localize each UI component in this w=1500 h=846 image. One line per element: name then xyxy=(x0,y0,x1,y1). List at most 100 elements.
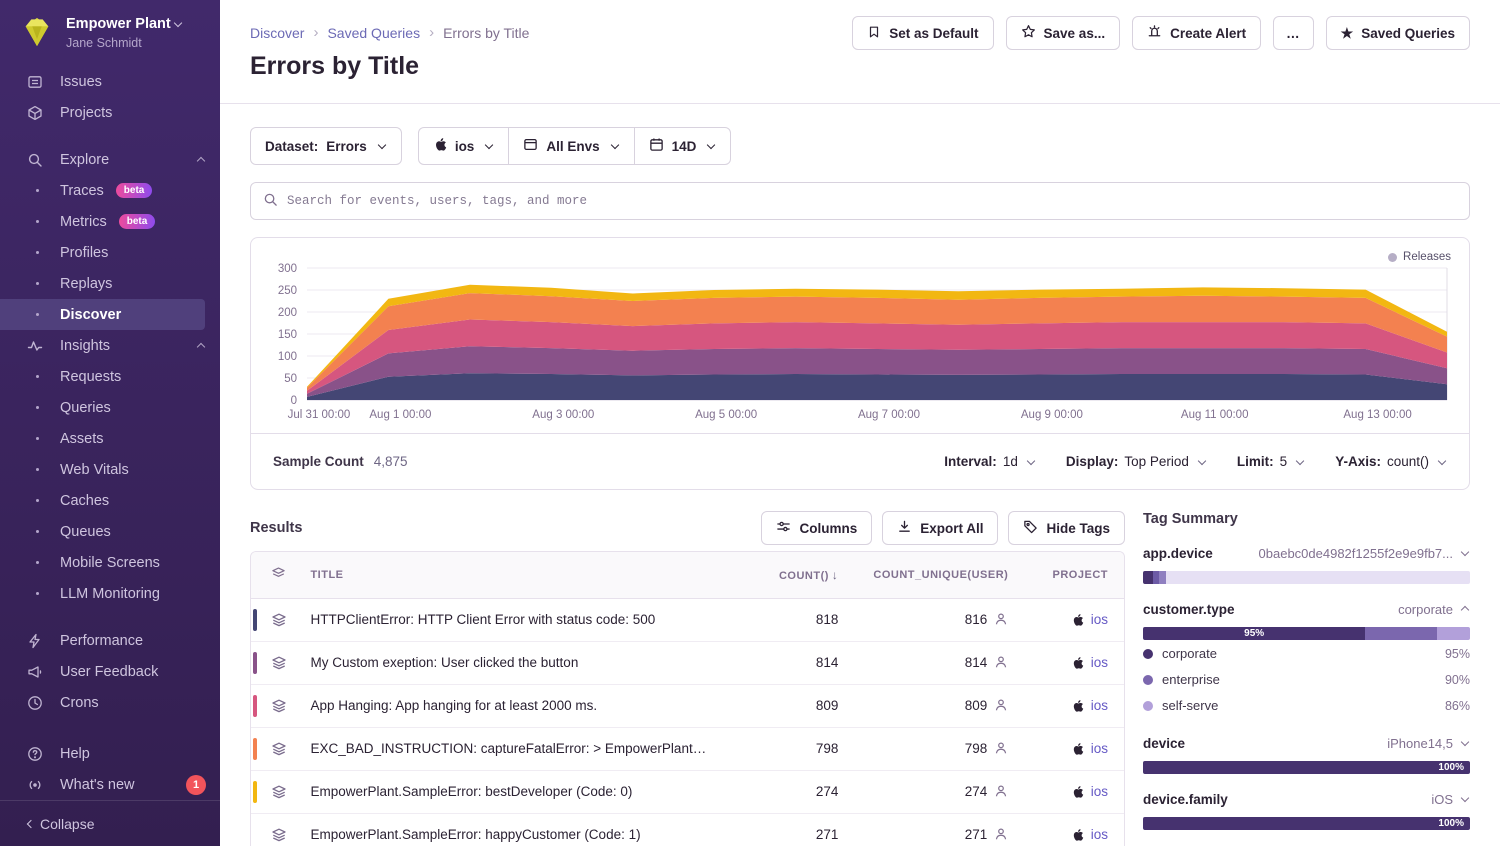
sidebar-item-replays[interactable]: Replays xyxy=(0,268,220,299)
table-row[interactable]: App Hanging: App hanging for at least 20… xyxy=(251,684,1124,727)
more-options-button[interactable]: … xyxy=(1273,16,1314,50)
count-value: 274 xyxy=(725,770,854,813)
event-search-bar[interactable] xyxy=(250,182,1470,220)
project-link[interactable]: ios xyxy=(1091,698,1108,713)
interval-dropdown[interactable]: Interval: 1d xyxy=(944,454,1036,469)
tag-distribution-bar[interactable]: 100% xyxy=(1143,817,1470,830)
svg-text:0: 0 xyxy=(291,395,297,407)
sidebar-item-traces[interactable]: Traces beta xyxy=(0,175,220,206)
error-title[interactable]: HTTPClientError: HTTP Client Error with … xyxy=(306,598,725,641)
tag-distribution-bar[interactable]: 100% xyxy=(1143,761,1470,774)
column-header-count-unique[interactable]: COUNT_UNIQUE(USER) xyxy=(854,552,1024,598)
sidebar-collapse-button[interactable]: Collapse xyxy=(0,800,220,846)
sidebar-item-queries[interactable]: Queries xyxy=(0,392,220,423)
tag-top-value: corporate xyxy=(1398,602,1453,617)
sidebar-item-issues[interactable]: Issues xyxy=(0,66,220,97)
table-row[interactable]: EmpowerPlant.SampleError: bestDeveloper … xyxy=(251,770,1124,813)
tag-header[interactable]: deviceiPhone14,5 xyxy=(1143,733,1470,753)
column-header-project[interactable]: PROJECT xyxy=(1024,552,1124,598)
breadcrumb-saved-queries[interactable]: Saved Queries xyxy=(327,25,420,41)
tag-distribution-bar[interactable]: 95% xyxy=(1143,627,1470,640)
sidebar-item-discover[interactable]: Discover xyxy=(0,299,205,330)
sort-descending-icon: ↓ xyxy=(832,568,839,582)
sidebar-item-metrics[interactable]: Metrics beta xyxy=(0,206,220,237)
tag-legend-row[interactable]: self-serve86% xyxy=(1143,693,1470,718)
error-title[interactable]: EXC_BAD_INSTRUCTION: captureFatalError: … xyxy=(306,727,725,770)
bullet-icon xyxy=(30,214,60,230)
sidebar-item-help[interactable]: Help xyxy=(0,738,220,769)
export-all-button[interactable]: Export All xyxy=(882,511,998,545)
sidebar-item-assets[interactable]: Assets xyxy=(0,423,220,454)
project-link[interactable]: ios xyxy=(1091,784,1108,799)
org-switcher[interactable]: Empower Plant Jane Schmidt xyxy=(0,0,220,58)
table-row[interactable]: EXC_BAD_INSTRUCTION: captureFatalError: … xyxy=(251,727,1124,770)
saved-queries-button[interactable]: ★ Saved Queries xyxy=(1326,16,1470,50)
sidebar-item-crons[interactable]: Crons xyxy=(0,687,220,718)
apple-icon xyxy=(1071,784,1084,799)
sidebar-section-insights[interactable]: Insights xyxy=(0,330,220,361)
sidebar-item-profiles[interactable]: Profiles xyxy=(0,237,220,268)
lightning-icon xyxy=(26,633,44,649)
count-unique-value: 809 xyxy=(854,684,1024,727)
tag-bar-segment xyxy=(1143,571,1153,584)
dataset-selector[interactable]: Dataset: Errors xyxy=(250,127,402,165)
ellipsis-icon: … xyxy=(1286,26,1301,41)
tag-header[interactable]: app.device0baebc0de4982f1255f2e9e9fb7... xyxy=(1143,543,1470,563)
error-title[interactable]: EmpowerPlant.SampleError: bestDeveloper … xyxy=(306,770,725,813)
breadcrumb-discover[interactable]: Discover xyxy=(250,25,304,41)
create-alert-button[interactable]: Create Alert xyxy=(1132,16,1261,50)
error-title[interactable]: App Hanging: App hanging for at least 20… xyxy=(306,684,725,727)
tag-header[interactable]: device.familyiOS xyxy=(1143,789,1470,809)
sidebar-item-queues[interactable]: Queues xyxy=(0,516,220,547)
tag-header[interactable]: customer.typecorporate xyxy=(1143,599,1470,619)
sidebar-item-caches[interactable]: Caches xyxy=(0,485,220,516)
sidebar-section-explore[interactable]: Explore xyxy=(0,144,220,175)
error-title[interactable]: EmpowerPlant.SampleError: happyCustomer … xyxy=(306,813,725,846)
columns-button[interactable]: Columns xyxy=(761,511,872,545)
sidebar-item-whats-new[interactable]: What's new 1 xyxy=(0,769,220,800)
svg-text:50: 50 xyxy=(284,373,297,385)
chart-legend[interactable]: Releases xyxy=(1388,251,1451,263)
date-range-selector[interactable]: 14D xyxy=(634,127,732,165)
tag-distribution-bar[interactable] xyxy=(1143,571,1470,584)
project-selector[interactable]: ios xyxy=(418,127,510,165)
project-link[interactable]: ios xyxy=(1091,655,1108,670)
table-row[interactable]: EmpowerPlant.SampleError: happyCustomer … xyxy=(251,813,1124,846)
sidebar-item-requests[interactable]: Requests xyxy=(0,361,220,392)
sidebar-item-performance[interactable]: Performance xyxy=(0,625,220,656)
tag-bar-segment xyxy=(1437,627,1470,640)
tag-legend-row[interactable]: corporate95% xyxy=(1143,641,1470,666)
sidebar-item-user-feedback[interactable]: User Feedback xyxy=(0,656,220,687)
error-title[interactable]: My Custom exeption: User clicked the but… xyxy=(306,641,725,684)
set-as-default-button[interactable]: Set as Default xyxy=(852,16,993,50)
chart-footer: Sample Count 4,875 Interval: 1d Display:… xyxy=(251,433,1469,489)
limit-dropdown[interactable]: Limit: 5 xyxy=(1237,454,1305,469)
yaxis-dropdown[interactable]: Y-Axis: count() xyxy=(1335,454,1447,469)
layers-icon xyxy=(271,655,287,671)
chevron-down-icon xyxy=(1438,456,1446,464)
layers-icon xyxy=(271,698,287,714)
column-header-count[interactable]: COUNT()↓ xyxy=(725,552,854,598)
column-header-title[interactable]: TITLE xyxy=(306,552,725,598)
table-row[interactable]: My Custom exeption: User clicked the but… xyxy=(251,641,1124,684)
tag-legend-row[interactable]: enterprise90% xyxy=(1143,667,1470,692)
save-as-button[interactable]: Save as... xyxy=(1006,16,1121,50)
table-row[interactable]: HTTPClientError: HTTP Client Error with … xyxy=(251,598,1124,641)
sidebar-item-mobile-screens[interactable]: Mobile Screens xyxy=(0,547,220,578)
sidebar-item-projects[interactable]: Projects xyxy=(0,97,220,128)
hide-tags-button[interactable]: Hide Tags xyxy=(1008,511,1125,545)
series-color-marker xyxy=(253,652,257,674)
tag-icon xyxy=(1023,519,1038,537)
series-color-marker xyxy=(253,781,257,803)
chevron-down-icon xyxy=(485,141,493,149)
search-input[interactable] xyxy=(287,194,1457,208)
project-link[interactable]: ios xyxy=(1091,612,1108,627)
environment-selector[interactable]: All Envs xyxy=(508,127,634,165)
project-link[interactable]: ios xyxy=(1091,827,1108,842)
chevron-up-icon xyxy=(197,156,205,164)
display-dropdown[interactable]: Display: Top Period xyxy=(1066,454,1207,469)
project-link[interactable]: ios xyxy=(1091,741,1108,756)
sidebar-item-web-vitals[interactable]: Web Vitals xyxy=(0,454,220,485)
sidebar-item-llm-monitoring[interactable]: LLM Monitoring xyxy=(0,578,220,609)
user-icon xyxy=(994,741,1008,755)
